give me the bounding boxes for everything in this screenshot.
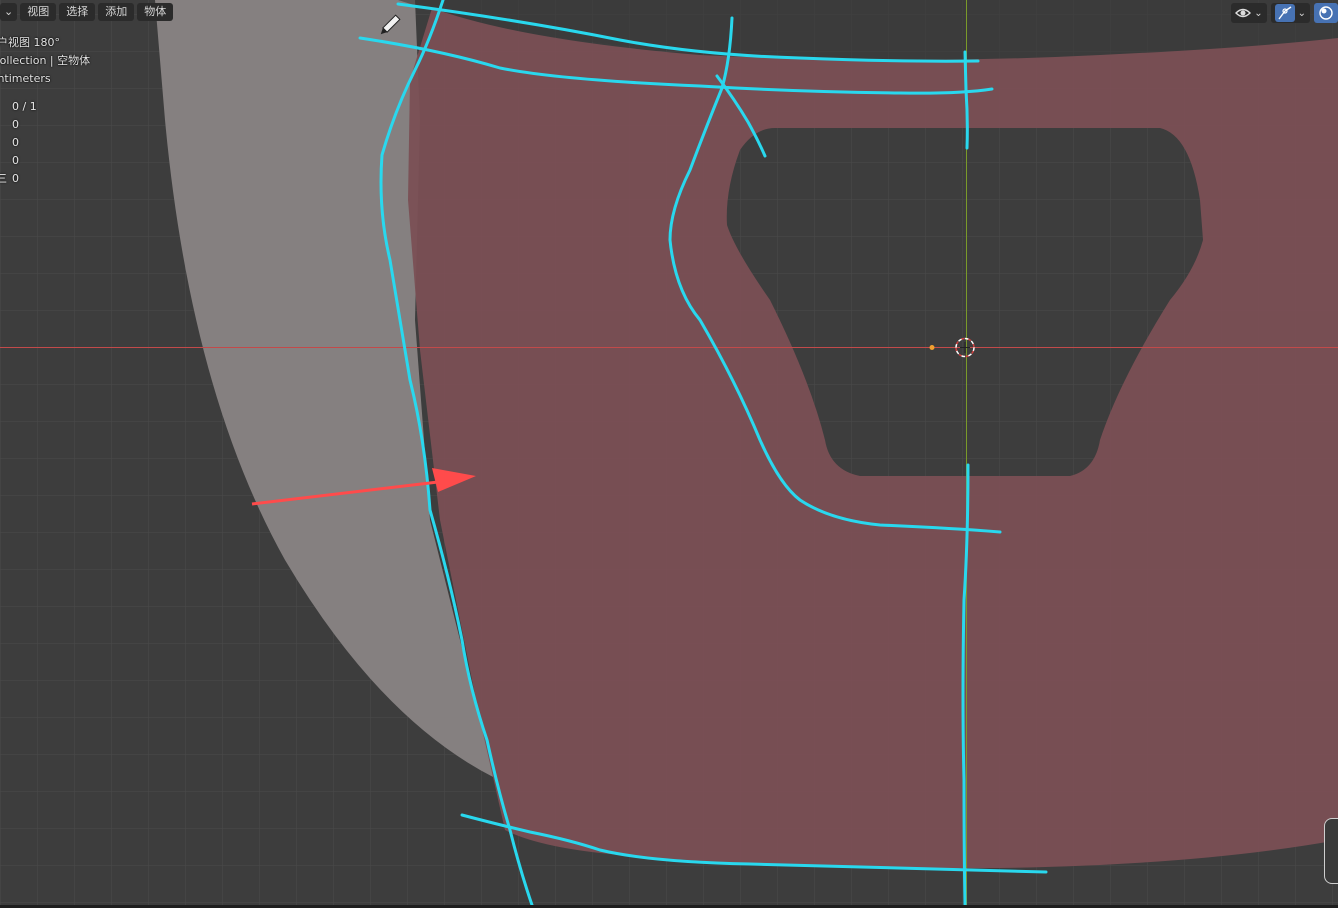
collection-text: Collection | 空物体: [0, 54, 91, 67]
stat-row: 0: [0, 116, 37, 134]
stat-faces: 0: [12, 154, 19, 167]
overlay-sphere-icon: [1319, 6, 1333, 20]
menu-view[interactable]: 视图: [20, 3, 57, 21]
viewport-header-menu: ⌄ 视图 选择 添加 物体: [0, 3, 174, 23]
menu-object[interactable]: 物体: [137, 3, 174, 21]
units-text: Centimeters: [0, 72, 51, 85]
visibility-button[interactable]: ⌄: [1231, 3, 1267, 23]
gizmo-toggle-button[interactable]: ⌄: [1270, 3, 1310, 23]
viewport-header-right: ⌄ ⌄: [1231, 3, 1338, 23]
stat-edges: 0: [12, 136, 19, 149]
stat-row: 0: [0, 134, 37, 152]
mode-dropdown-button[interactable]: ⌄: [0, 3, 18, 21]
menu-select[interactable]: 选择: [59, 3, 96, 21]
viewport-info-overlay: 用户视图 180° Collection | 空物体 Centimeters: [0, 34, 90, 88]
menu-add[interactable]: 添加: [98, 3, 135, 21]
stat-row: 0 / 1: [0, 98, 37, 116]
chevron-down-icon: ⌄: [1297, 7, 1306, 19]
stat-row: 三0: [0, 170, 37, 188]
gizmo-icon: [1278, 6, 1291, 20]
chevron-down-icon: ⌄: [4, 5, 14, 18]
eye-icon: [1235, 8, 1252, 18]
object-origin-dot[interactable]: [929, 345, 935, 350]
sidebar-toggle-tab[interactable]: [1324, 818, 1338, 884]
gizmo-icon-wrap: [1274, 4, 1295, 22]
stat-objects: 0 / 1: [12, 100, 37, 113]
statistics-overlay: 0 / 1 0 0 0 三0: [0, 98, 37, 188]
chevron-down-icon: ⌄: [1254, 7, 1263, 19]
overlay-toggle-button[interactable]: [1314, 3, 1338, 23]
view-name-text: 用户视图 180°: [0, 36, 60, 49]
stat-triangles: 0: [12, 172, 19, 185]
3d-viewport[interactable]: ⌄ 视图 选择 添加 物体 用户视图 180° Collection | 空物体…: [0, 0, 1338, 908]
stat-vertices: 0: [12, 118, 19, 131]
stat-row: 0: [0, 152, 37, 170]
viewport-scene[interactable]: [0, 0, 1338, 908]
